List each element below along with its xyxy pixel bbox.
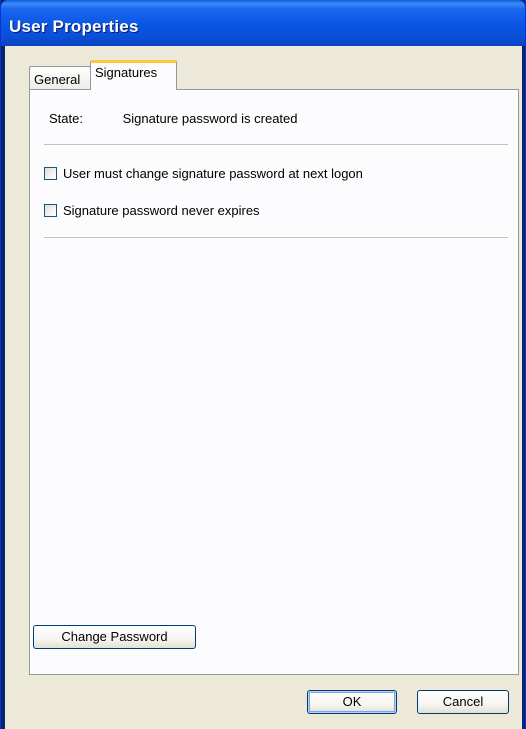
- change-password-button[interactable]: Change Password: [33, 625, 196, 649]
- tab-general[interactable]: General: [29, 66, 91, 90]
- title-bar[interactable]: User Properties: [1, 0, 525, 46]
- signatures-tab-panel: State: Signature password is created Use…: [29, 89, 519, 675]
- tab-signatures[interactable]: Signatures: [90, 60, 177, 91]
- checkbox-row-change-at-logon[interactable]: User must change signature password at n…: [44, 166, 363, 181]
- state-value: Signature password is created: [122, 111, 298, 126]
- checkbox-row-never-expires[interactable]: Signature password never expires: [44, 203, 260, 218]
- tab-general-label: General: [34, 72, 81, 87]
- tab-signatures-label: Signatures: [95, 65, 158, 80]
- never-expires-checkbox[interactable]: [44, 204, 57, 217]
- ok-button[interactable]: OK: [307, 690, 397, 714]
- dialog-client-area: General Signatures State: Signature pass…: [5, 46, 522, 729]
- state-label: State:: [49, 111, 83, 126]
- state-row: State: Signature password is created: [49, 111, 298, 126]
- never-expires-label[interactable]: Signature password never expires: [63, 203, 260, 218]
- must-change-password-label[interactable]: User must change signature password at n…: [63, 166, 363, 181]
- divider-bottom: [44, 237, 508, 238]
- must-change-password-checkbox[interactable]: [44, 167, 57, 180]
- divider-top: [44, 144, 508, 145]
- user-properties-dialog: User Properties General Signatures State…: [0, 0, 526, 729]
- window-title: User Properties: [9, 17, 139, 36]
- cancel-button[interactable]: Cancel: [417, 690, 509, 714]
